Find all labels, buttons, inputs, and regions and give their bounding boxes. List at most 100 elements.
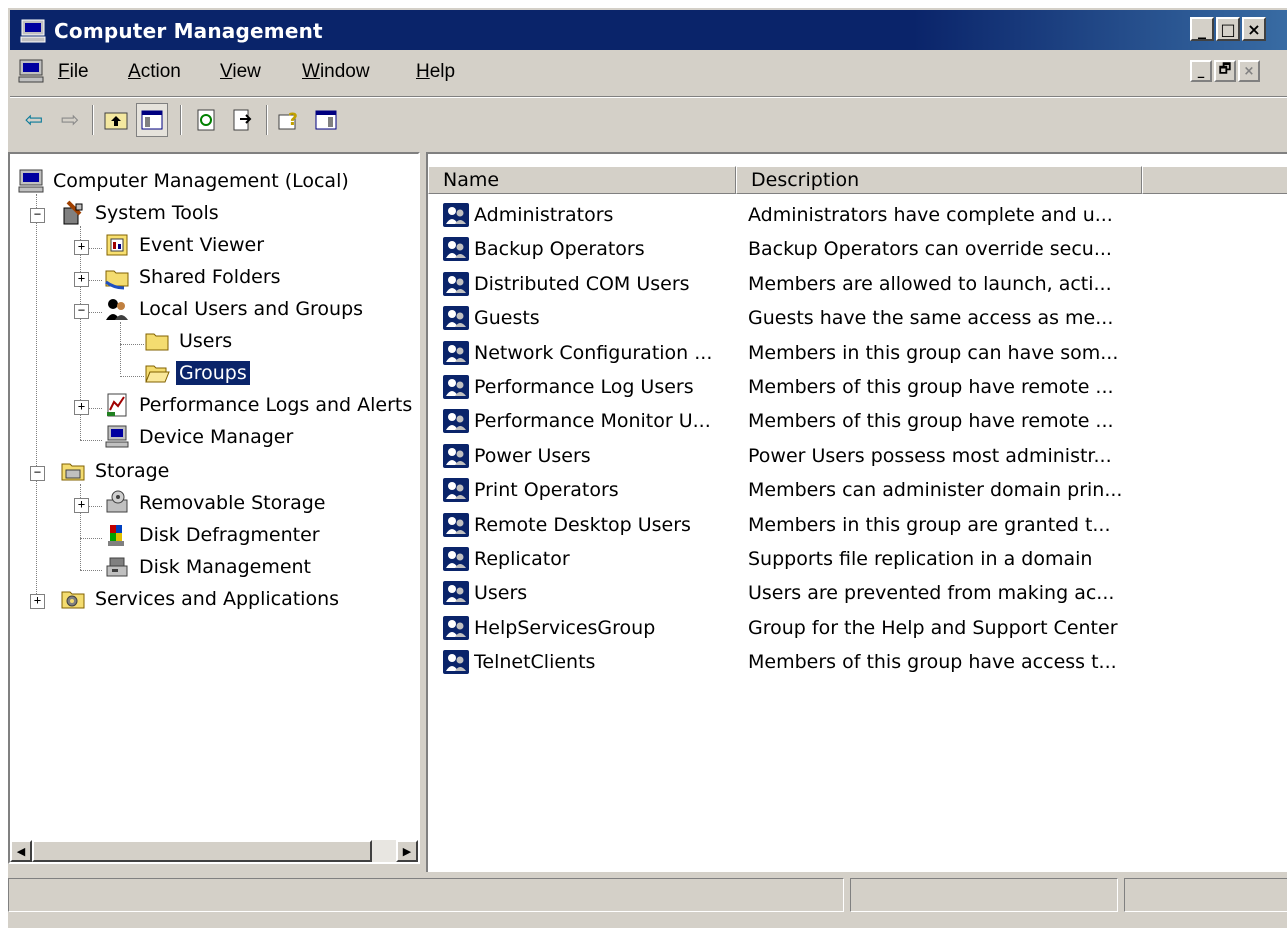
disk-management-icon [104,554,130,580]
users-groups-icon [104,296,130,322]
list-row-group[interactable]: HelpServicesGroup Group for the Help and … [442,611,1287,645]
tree-item-label: Disk Management [139,556,312,578]
group-icon [442,546,470,572]
help-icon[interactable]: ? [274,103,306,137]
refresh-icon[interactable] [190,103,222,137]
toolbar-separator [92,105,94,135]
collapse-local-users-button[interactable]: − [74,304,89,319]
minimize-button[interactable]: _ [1190,17,1214,41]
tree-item-label: Local Users and Groups [139,298,364,320]
export-list-icon[interactable] [226,103,258,137]
shared-folder-icon [104,264,130,290]
menu-help[interactable]: Help [416,61,455,83]
group-name: HelpServicesGroup [474,616,656,639]
tree-item-storage[interactable]: Storage [60,456,172,486]
tree-item-label: Performance Logs and Alerts [139,394,413,416]
tree-item-event-viewer[interactable]: Event Viewer [104,230,267,260]
tree-item-label: Storage [95,460,170,482]
back-icon[interactable]: ⇦ [18,103,50,137]
child-close-button[interactable]: × [1238,60,1260,82]
performance-logs-icon [104,392,130,418]
menu-window[interactable]: Window [302,61,370,83]
collapse-system-tools-button[interactable]: − [30,208,45,223]
list-row-group[interactable]: TelnetClients Members of this group have … [442,645,1287,679]
tools-icon [60,200,86,226]
tree-item-label: Disk Defragmenter [139,524,320,546]
tree-item-shared-folders[interactable]: Shared Folders [104,262,284,292]
scroll-thumb[interactable] [32,840,372,862]
scroll-right-icon[interactable]: ▶ [396,840,418,862]
column-header-empty[interactable] [1142,166,1287,194]
tree-item-system-tools[interactable]: System Tools [60,198,222,228]
group-icon [442,408,470,434]
collapse-storage-button[interactable]: − [30,466,45,481]
tree-item-performance-logs[interactable]: Performance Logs and Alerts [104,390,415,420]
status-panel-3 [1124,878,1287,912]
console-tree-pane[interactable]: − + + − + − + + Computer Management (Loc… [8,152,420,864]
menu-file[interactable]: File [58,61,89,83]
open-folder-icon [144,360,170,386]
tree-item-label: Shared Folders [139,266,281,288]
forward-icon[interactable]: ⇨ [54,103,86,137]
list-row-group[interactable]: Replicator Supports file replication in a… [442,542,1287,576]
list-row-group[interactable]: Print Operators Members can administer do… [442,473,1287,507]
tree-item-label: Services and Applications [95,588,340,610]
toolbar-separator [266,105,268,135]
tree-item-removable-storage[interactable]: Removable Storage [104,488,328,518]
column-header-name[interactable]: Name [428,166,736,194]
tree-line [80,570,102,572]
list-row-group[interactable]: Performance Log Users Members of this gro… [442,370,1287,404]
group-icon [442,512,470,538]
tree-item-disk-defragmenter[interactable]: Disk Defragmenter [104,520,323,550]
child-restore-button[interactable]: 🗗 [1214,60,1236,82]
list-row-group[interactable]: Administrators Administrators have comple… [442,198,1287,232]
group-description: Members in this group are granted t... [748,513,1111,536]
tree-horizontal-scrollbar[interactable]: ◀ ▶ [10,840,418,862]
tree-item-users[interactable]: Users [144,326,235,356]
list-row-group[interactable]: Performance Monitor U... Members of this … [442,404,1287,438]
expand-event-viewer-button[interactable]: + [74,240,89,255]
computer-icon [18,168,44,194]
expand-perf-logs-button[interactable]: + [74,400,89,415]
expand-services-apps-button[interactable]: + [30,594,45,609]
tree-item-disk-management[interactable]: Disk Management [104,552,314,582]
group-icon [442,443,470,469]
list-row-group[interactable]: Distributed COM Users Members are allowed… [442,267,1287,301]
list-row-group[interactable]: Power Users Power Users possess most admi… [442,439,1287,473]
close-button[interactable]: × [1242,17,1266,41]
group-name: Users [474,582,528,605]
up-folder-icon[interactable] [100,103,132,137]
menu-action[interactable]: Action [128,61,181,83]
list-row-group[interactable]: Backup Operators Backup Operators can ove… [442,232,1287,266]
scroll-left-icon[interactable]: ◀ [10,840,32,862]
window-title: Computer Management [54,19,323,43]
groups-list-pane[interactable]: Name Description Administrators Administr… [426,152,1287,872]
tree-item-label: Device Manager [139,426,294,448]
tree-line [120,344,144,346]
group-name: Print Operators [474,479,619,502]
tree-line [120,376,144,378]
group-name: Performance Monitor U... [474,410,711,433]
title-bar[interactable]: Computer Management _ □ × [10,10,1287,50]
expand-shared-folders-button[interactable]: + [74,272,89,287]
tree-item-groups[interactable]: Groups [144,358,251,388]
list-row-group[interactable]: Guests Guests have the same access as me.… [442,301,1287,335]
column-header-description[interactable]: Description [736,166,1142,194]
menu-view[interactable]: View [220,61,261,83]
tree-item-root[interactable]: Computer Management (Local) [18,166,352,196]
group-name: Administrators [474,204,614,226]
maximize-button[interactable]: □ [1216,17,1240,41]
tree-item-label: System Tools [95,202,219,224]
status-panel-2 [850,878,1118,912]
tree-item-device-manager[interactable]: Device Manager [104,422,296,452]
child-window-system-icon[interactable] [18,59,44,88]
child-minimize-button[interactable]: _ [1190,60,1212,82]
show-hide-tree-icon[interactable] [136,103,168,137]
list-row-group[interactable]: Users Users are prevented from making ac.… [442,576,1287,610]
tree-item-services-applications[interactable]: Services and Applications [60,584,342,614]
list-row-group[interactable]: Network Configuration ... Members in this… [442,336,1287,370]
list-row-group[interactable]: Remote Desktop Users Members in this grou… [442,508,1287,542]
expand-removable-storage-button[interactable]: + [74,498,89,513]
tree-item-local-users-groups[interactable]: Local Users and Groups [104,294,366,324]
show-hide-action-pane-icon[interactable] [310,103,342,137]
